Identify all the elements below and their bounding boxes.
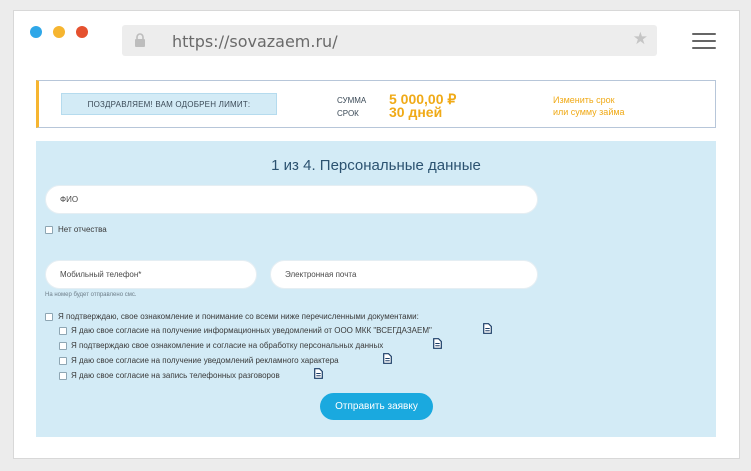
star-icon[interactable]: ★ (633, 29, 648, 49)
change-terms-line2: или сумму займа (553, 107, 625, 117)
confirm-all-label: Я подтверждаю, свое ознакомление и поним… (58, 312, 419, 321)
submit-application-button[interactable]: Отправить заявку (320, 393, 433, 420)
email-field[interactable]: Электронная почта (270, 260, 538, 289)
personal-data-form: 1 из 4. Персональные данные ФИО Нет отче… (36, 141, 716, 437)
hamburger-menu-icon[interactable] (692, 33, 716, 49)
confirm-all-checkbox[interactable] (45, 313, 53, 321)
no-patronymic-label: Нет отчества (58, 225, 107, 234)
consent-checkbox-personal-data[interactable] (59, 342, 67, 350)
consent-checkbox-call-recording[interactable] (59, 372, 67, 380)
window-dot-yellow[interactable] (53, 26, 65, 38)
no-patronymic-checkbox[interactable] (45, 226, 53, 234)
consent-label-call-recording: Я даю свое согласие на запись телефонных… (71, 371, 280, 380)
consent-label-notifications: Я даю свое согласие на получение информа… (71, 326, 432, 335)
term-label: СРОК (337, 109, 359, 118)
url-text: https://sovazaem.ru/ (172, 32, 338, 51)
consent-label-advertising: Я даю свое согласие на получение уведомл… (71, 356, 339, 365)
approval-banner: ПОЗДРАВЛЯЕМ! ВАМ ОДОБРЕН ЛИМИТ: СУММА СР… (36, 80, 716, 128)
change-terms-line1: Изменить срок (553, 95, 615, 105)
phone-field[interactable]: Мобильный телефон* (45, 260, 257, 289)
approved-limit-label: ПОЗДРАВЛЯЕМ! ВАМ ОДОБРЕН ЛИМИТ: (61, 93, 277, 115)
document-icon[interactable] (483, 323, 492, 334)
window-dot-blue[interactable] (30, 26, 42, 38)
consent-label-personal-data: Я подтверждаю свое ознакомление и соглас… (71, 341, 384, 350)
address-bar[interactable]: https://sovazaem.ru/ ★ (122, 25, 657, 56)
document-icon[interactable] (433, 338, 442, 349)
document-icon[interactable] (314, 368, 323, 379)
sms-hint: На номер будет отправлено смс. (45, 292, 137, 298)
sum-label: СУММА (337, 96, 367, 105)
document-icon[interactable] (383, 353, 392, 364)
lock-icon (135, 33, 145, 47)
change-terms-link[interactable]: Изменить срок или сумму займа (553, 94, 625, 118)
form-title: 1 из 4. Персональные данные (271, 157, 481, 174)
term-value: 30 дней (389, 104, 443, 120)
fio-field[interactable]: ФИО (45, 185, 538, 214)
consent-checkbox-advertising[interactable] (59, 357, 67, 365)
window-dot-red[interactable] (76, 26, 88, 38)
consent-checkbox-notifications[interactable] (59, 327, 67, 335)
